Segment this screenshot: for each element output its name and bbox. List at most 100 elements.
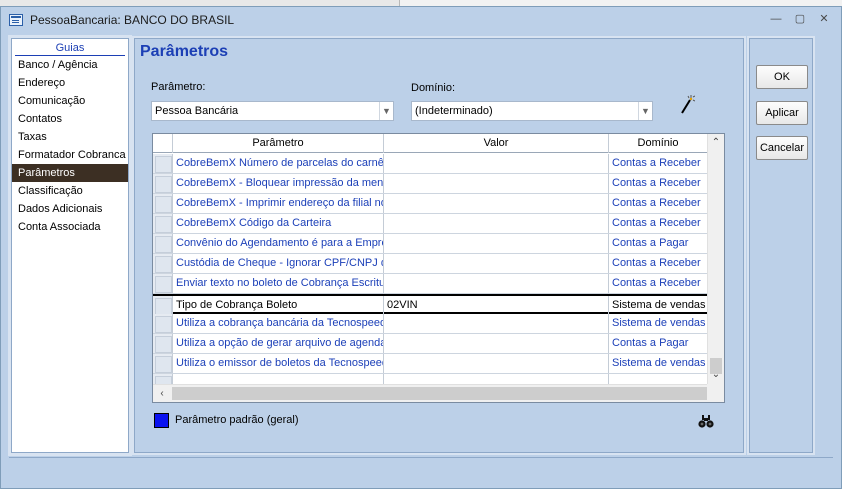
cell-valor[interactable] [384,354,609,373]
chevron-down-icon[interactable]: ▼ [638,102,652,120]
vertical-scrollbar[interactable]: ⌃ ⌄ [707,134,724,384]
table-row[interactable]: Custódia de Cheque - Ignorar CPF/CNPJ do… [153,254,708,274]
cell-valor[interactable] [384,314,609,333]
horizontal-scroll-thumb[interactable] [172,387,708,400]
cell-dominio[interactable]: Contas a Receber [609,194,708,213]
cell-parametro[interactable]: CobreBemX - Imprimir endereço da filial … [173,194,384,213]
cell-dominio[interactable]: Contas a Receber [609,154,708,173]
row-indicator[interactable] [153,234,173,253]
sidebar-item[interactable]: Comunicação [12,92,128,110]
cell-valor[interactable] [384,214,609,233]
cell-parametro[interactable]: Tipo de Cobrança Boleto [173,296,384,315]
sidebar-item[interactable]: Taxas [12,128,128,146]
cell-dominio[interactable]: Contas a Pagar [609,334,708,353]
parameters-panel: Parâmetros Parâmetro: Pessoa Bancária ▼ … [132,36,746,455]
binoculars-icon[interactable] [698,415,714,428]
cell-valor[interactable] [384,174,609,193]
cell-valor[interactable] [384,234,609,253]
column-header-dominio[interactable]: Domínio [609,134,708,153]
dialog-window: PessoaBancaria: BANCO DO BRASIL — ▢ ✕ Gu… [0,6,842,489]
cell-dominio[interactable]: Contas a Pagar [609,234,708,253]
scroll-left-icon[interactable]: ‹ [155,386,169,402]
cell-dominio[interactable]: Sistema de vendas [609,314,708,333]
apply-button[interactable]: Aplicar [756,101,808,125]
scroll-down-icon[interactable]: ⌄ [708,367,724,383]
legend-label: Parâmetro padrão (geral) [175,414,299,426]
cell-parametro[interactable]: Utiliza a cobrança bancária da Tecnospee… [173,314,384,333]
sidebar-item[interactable]: Formatador Cobranca [12,146,128,164]
row-indicator[interactable] [153,274,173,293]
parametro-select[interactable]: Pessoa Bancária ▼ [151,101,394,121]
cell-parametro[interactable]: Enviar texto no boleto de Cobrança Escri… [173,274,384,293]
cell-parametro[interactable]: Utiliza a opção de gerar arquivo de agen… [173,334,384,353]
cell-valor[interactable] [384,254,609,273]
cell-dominio[interactable]: Contas a Receber [609,274,708,293]
cell-valor[interactable]: 02VIN [384,296,609,315]
cell-dominio[interactable]: Sistema de vendas [609,354,708,373]
column-header-valor[interactable]: Valor [384,134,609,153]
table-row[interactable]: Tipo de Cobrança Boleto 02VIN Sistema de v… [153,294,708,315]
scrollbar-corner [707,384,724,402]
parametro-select-value: Pessoa Bancária [155,105,239,117]
row-indicator[interactable] [153,174,173,193]
cell-parametro[interactable]: Utiliza o emissor de boletos da Tecnospe… [173,354,384,373]
row-indicator[interactable] [153,194,173,213]
cell-parametro[interactable]: Convênio do Agendamento é para a Empresa [173,234,384,253]
sidebar-item[interactable]: Banco / Agência [12,56,128,74]
ok-button[interactable]: OK [756,65,808,89]
table-row[interactable]: CobreBemX Código da Carteira Contas a Rec… [153,214,708,234]
row-indicator[interactable] [153,154,173,173]
cell-dominio[interactable]: Sistema de vendas [609,296,708,315]
chevron-down-icon[interactable]: ▼ [379,102,393,120]
actions-panel: OK Aplicar Cancelar [747,36,815,455]
dominio-select[interactable]: (Indeterminado) ▼ [411,101,653,121]
table-row[interactable]: CobreBemX Número de parcelas do carnê Con… [153,154,708,174]
row-indicator[interactable] [153,296,173,315]
minimize-button[interactable]: — [767,11,785,27]
row-indicator[interactable] [153,214,173,233]
cell-valor[interactable] [384,334,609,353]
legend-swatch [154,413,169,428]
status-bar [9,457,833,485]
cell-parametro[interactable]: Custódia de Cheque - Ignorar CPF/CNPJ do… [173,254,384,273]
horizontal-scrollbar[interactable]: ‹ [153,384,708,402]
table-row[interactable]: Enviar texto no boleto de Cobrança Escri… [153,274,708,294]
dominio-label: Domínio: [411,82,456,94]
scroll-up-icon[interactable]: ⌃ [708,135,724,151]
table-row[interactable]: Utiliza a cobrança bancária da Tecnospee… [153,314,708,334]
cell-valor[interactable] [384,194,609,213]
page-title: Parâmetros [140,43,229,60]
cell-parametro[interactable]: CobreBemX - Bloquear impressão da mensag… [173,174,384,193]
table-row[interactable]: Utiliza a opção de gerar arquivo de agen… [153,334,708,354]
row-indicator[interactable] [153,354,173,373]
close-button[interactable]: ✕ [815,11,833,27]
title-bar: PessoaBancaria: BANCO DO BRASIL — ▢ ✕ [1,7,841,33]
table-row[interactable]: Utiliza o emissor de boletos da Tecnospe… [153,354,708,374]
row-indicator[interactable] [153,314,173,333]
maximize-button[interactable]: ▢ [791,11,809,27]
row-indicator[interactable] [153,254,173,273]
sidebar-item[interactable]: Parâmetros [12,164,128,182]
dominio-select-value: (Indeterminado) [415,105,493,117]
cell-dominio[interactable]: Contas a Receber [609,214,708,233]
row-indicator[interactable] [153,334,173,353]
magic-wand-icon[interactable] [679,94,695,114]
cell-parametro[interactable]: CobreBemX Código da Carteira [173,214,384,233]
table-row[interactable]: CobreBemX - Imprimir endereço da filial … [153,194,708,214]
cell-valor[interactable] [384,274,609,293]
cell-parametro[interactable]: CobreBemX Número de parcelas do carnê [173,154,384,173]
sidebar-header: Guias [15,41,125,56]
sidebar-item[interactable]: Endereço [12,74,128,92]
parameters-grid: Parâmetro Valor Domínio CobreBemX Número… [152,133,725,403]
column-header-parametro[interactable]: Parâmetro [173,134,384,153]
sidebar-item[interactable]: Dados Adicionais [12,200,128,218]
sidebar-item[interactable]: Classificação [12,182,128,200]
cell-dominio[interactable]: Contas a Receber [609,254,708,273]
cell-dominio[interactable]: Contas a Receber [609,174,708,193]
cell-valor[interactable] [384,154,609,173]
sidebar-item[interactable]: Conta Associada [12,218,128,236]
table-row[interactable]: CobreBemX - Bloquear impressão da mensag… [153,174,708,194]
table-row[interactable]: Convênio do Agendamento é para a Empresa… [153,234,708,254]
sidebar-item[interactable]: Contatos [12,110,128,128]
cancel-button[interactable]: Cancelar [756,136,808,160]
